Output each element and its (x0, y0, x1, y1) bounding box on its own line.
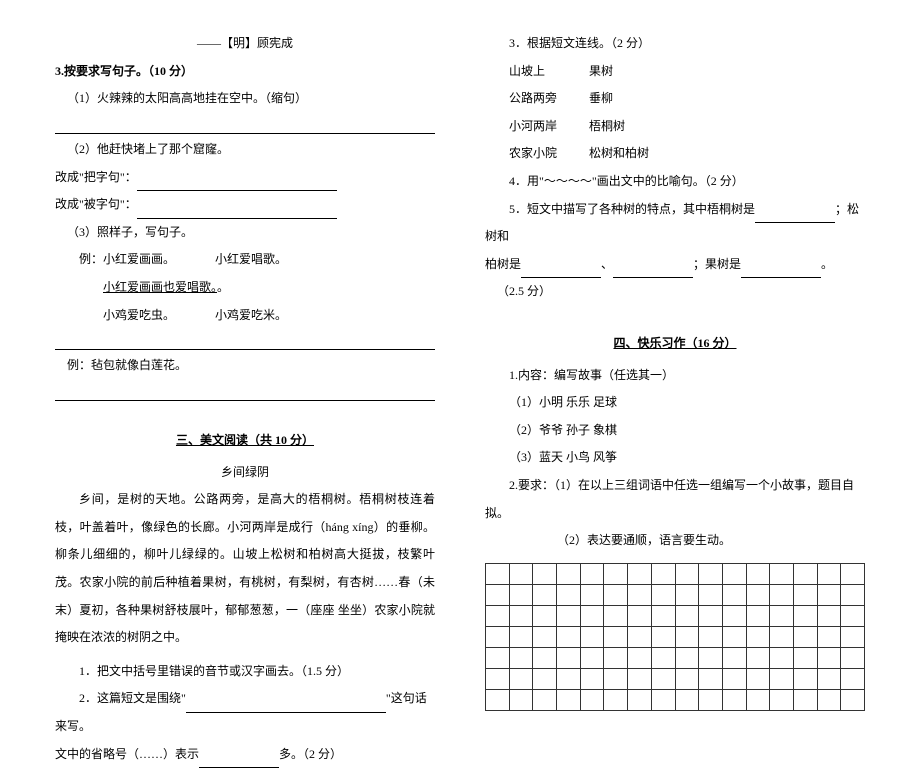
answer-line (55, 331, 435, 350)
answer-blank (137, 204, 337, 218)
q3-3-b: 小鸡爱吃米。 (215, 302, 287, 330)
q3-3-ex1: 例：小红爱画画。 (79, 246, 175, 274)
attribution: ——【明】顾宪成 (55, 30, 435, 58)
answer-blank (186, 699, 386, 713)
q3-2-bei-row: 改成"被字句"： (55, 191, 435, 219)
q3-3-combined: 小红爱画画也爱唱歌。 (103, 280, 217, 294)
q3-3-example-row: 例：小红爱画画。 小红爱唱歌。 (55, 246, 435, 274)
pq4: 4．用"～～～～"画出文中的比喻句。（2 分） (485, 168, 865, 196)
pq5-a: 5．短文中描写了各种树的特点，其中梧桐树是 (509, 202, 755, 216)
pq2-row: 2．这篇短文是围绕""这句话来写。 (55, 685, 435, 740)
right-column: 3．根据短文连线。（2 分） 山坡上果树 公路两旁垂柳 小河两岸梧桐树 农家小院… (460, 30, 875, 620)
q3-3: （3）照样子，写句子。 (55, 219, 435, 247)
passage-title: 乡间绿阴 (55, 459, 435, 487)
w1-2: （2）爷爷 孙子 象棋 (485, 417, 865, 445)
q3-1: （1）火辣辣的太阳高高地挂在空中。（缩句） (55, 85, 435, 113)
match-right: 松树和柏树 (565, 140, 649, 168)
pq1: 1．把文中括号里错误的音节或汉字画去。（1.5 分） (55, 658, 435, 686)
pq2-c: 文中的省略号（……）表示 (55, 747, 199, 761)
match-row: 小河两岸梧桐树 (485, 113, 865, 141)
match-right: 果树 (565, 58, 613, 86)
q3-3-given-row: 小鸡爱吃虫。 小鸡爱吃米。 (55, 302, 435, 330)
pq2-a: 2．这篇短文是围绕" (79, 691, 186, 705)
answer-blank (613, 264, 693, 278)
q3-2-bei: 改成"被字句"： (55, 197, 137, 211)
pq5-row: 5．短文中描写了各种树的特点，其中梧桐树是；松树和 (485, 196, 865, 251)
w1: 1.内容：编写故事（任选其一） (485, 362, 865, 390)
match-left: 山坡上 (485, 58, 565, 86)
w2: 2.要求：（1）在以上三组词语中任选一组编写一个小故事，题目自拟。 (485, 472, 865, 527)
answer-line (55, 382, 435, 401)
q3-2: （2）他赶快堵上了那个窟窿。 (55, 136, 435, 164)
q3-3-combined-row: 小红爱画画也爱唱歌。。 (55, 274, 435, 302)
q3-3-ex2: 小红爱唱歌。 (215, 246, 287, 274)
w1-3: （3）蓝天 小鸟 风筝 (485, 444, 865, 472)
answer-line (55, 115, 435, 134)
pq2-row2: 文中的省略号（……）表示 多。（2 分） (55, 741, 435, 768)
section4-title: 四、快乐习作（16 分） (613, 336, 736, 350)
pq5-f: 。 (821, 257, 833, 271)
match-left: 公路两旁 (485, 85, 565, 113)
match-row: 山坡上果树 (485, 58, 865, 86)
pq5-c: 柏树是 (485, 257, 521, 271)
match-row: 农家小院松树和柏树 (485, 140, 865, 168)
match-right: 梧桐树 (565, 113, 625, 141)
pq5-d: 、 (601, 257, 613, 271)
passage-body: 乡间，是树的天地。公路两旁，是高大的梧桐树。梧桐树枝连着枝，叶盖着叶，像绿色的长… (55, 486, 435, 652)
section3-title: 三、美文阅读（共 10 分） (176, 433, 314, 447)
q3-3-a: 小鸡爱吃虫。 (103, 302, 175, 330)
left-column: ——【明】顾宪成 3.按要求写句子。（10 分） （1）火辣辣的太阳高高地挂在空… (45, 30, 460, 620)
w2-2: （2）表达要通顺，语言要生动。 (485, 527, 865, 555)
q3-2-ba: 改成"把字句"： (55, 170, 137, 184)
answer-blank (199, 754, 279, 768)
match-left: 小河两岸 (485, 113, 565, 141)
match-right: 垂柳 (565, 85, 613, 113)
pq5-score: （2.5 分） (485, 278, 865, 306)
q3-4-ex: 例：毡包就像白莲花。 (55, 352, 435, 380)
answer-blank (741, 264, 821, 278)
answer-blank (521, 264, 601, 278)
pq2-d: 多。（2 分） (279, 747, 342, 761)
match-left: 农家小院 (485, 140, 565, 168)
answer-blank (137, 177, 337, 191)
answer-blank (755, 209, 835, 223)
writing-grid (485, 563, 865, 711)
pq3: 3．根据短文连线。（2 分） (485, 30, 865, 58)
pq5-e: ；果树是 (693, 257, 741, 271)
pq5-row2: 柏树是 、 ；果树是 。 (485, 251, 865, 279)
match-row: 公路两旁垂柳 (485, 85, 865, 113)
w1-1: （1）小明 乐乐 足球 (485, 389, 865, 417)
q3-2-ba-row: 改成"把字句"： (55, 164, 435, 192)
q3-title: 3.按要求写句子。（10 分） (55, 58, 435, 86)
